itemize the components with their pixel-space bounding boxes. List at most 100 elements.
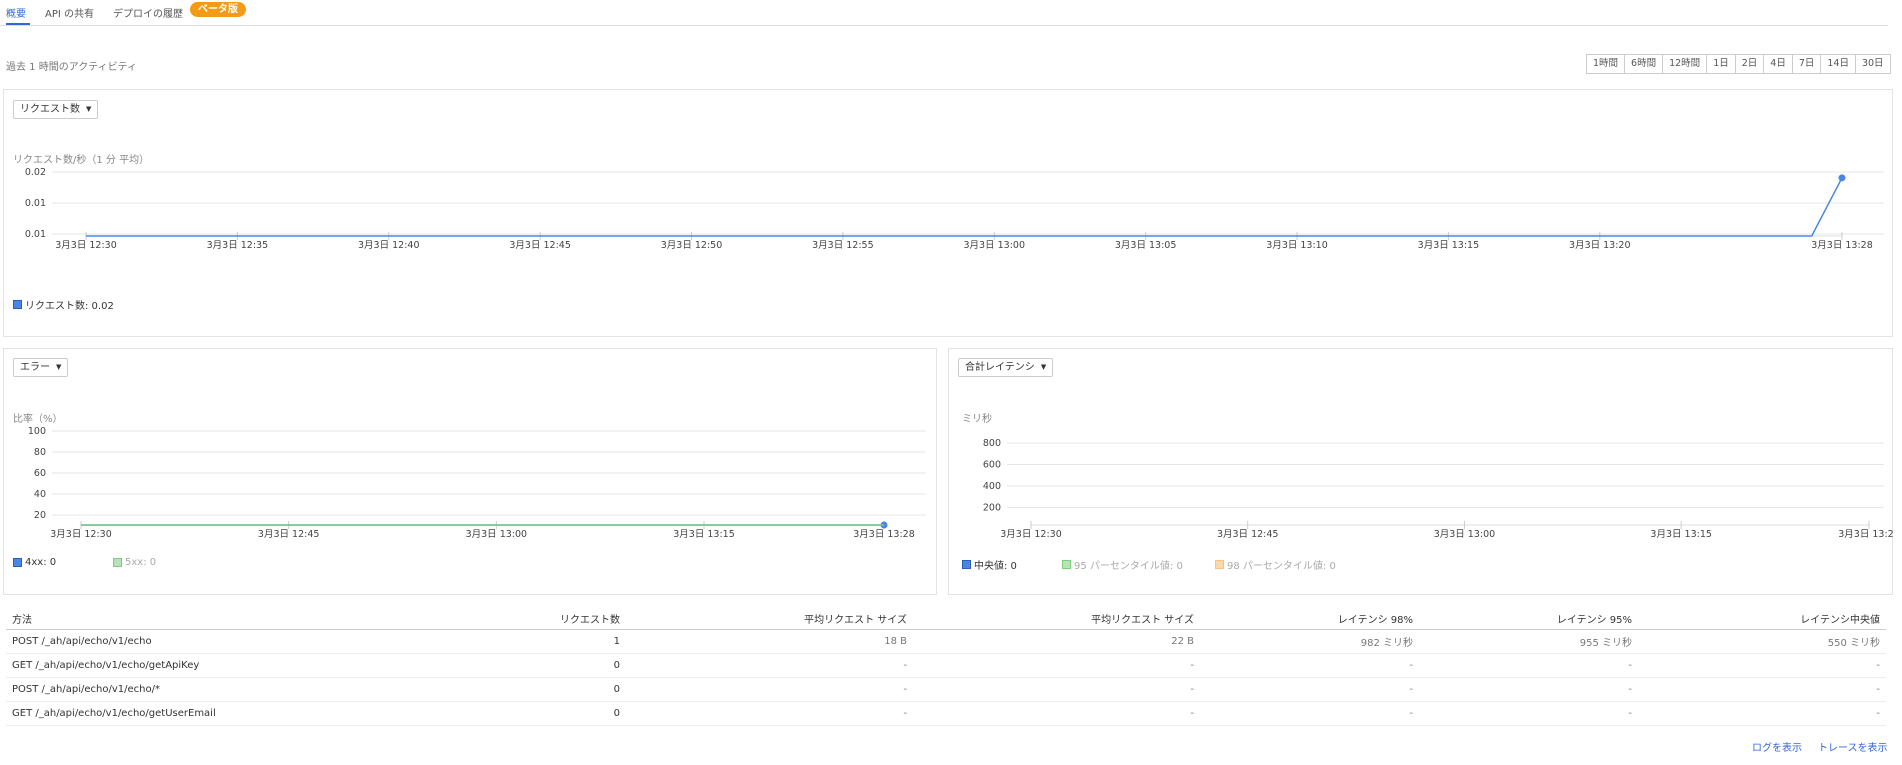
legend-label: 5xx: 0 [125, 557, 157, 568]
column-header[interactable]: リクエスト数 [426, 608, 626, 630]
x-tick-label: 3月3日 13:15 [1650, 529, 1712, 540]
legend-swatch-icon [1215, 560, 1224, 569]
column-header[interactable]: 平均リクエスト サイズ [626, 608, 913, 630]
x-tick-label: 3月3日 12:30 [1000, 529, 1062, 540]
beta-badge: ベータ版 [190, 2, 246, 17]
time-range-button[interactable]: 7日 [1791, 55, 1821, 73]
requests-legend[interactable]: リクエスト数: 0.02 [13, 297, 114, 312]
chevron-down-icon: ▼ [86, 105, 92, 113]
table-cell: - [913, 701, 1200, 726]
x-tick-label: 3月3日 13:15 [673, 529, 735, 540]
x-tick-label: 3月3日 12:45 [509, 240, 571, 251]
table-row[interactable]: POST /_ah/api/echo/v1/echo 1 18 B 22 B 9… [6, 629, 1886, 654]
dropdown-label: リクエスト数 [20, 104, 80, 115]
table-cell: POST /_ah/api/echo/v1/echo [6, 629, 426, 654]
y-tick-label: 60 [34, 468, 46, 479]
requests-card: リクエスト数 ▼ リクエスト数/秒（1 分 平均） 0.02 0.01 0.01 3月3… [3, 89, 1893, 337]
latency-legend-median[interactable]: 中央値: 0 [962, 557, 1017, 572]
table-row[interactable]: POST /_ah/api/echo/v1/echo/* 0 - - - - - [6, 677, 1886, 702]
y-tick-label: 400 [983, 481, 1001, 492]
y-tick-label: 20 [34, 510, 46, 521]
x-tick-label: 3月3日 13:05 [1115, 240, 1177, 251]
methods-table: 方法 リクエスト数 平均リクエスト サイズ 平均リクエスト サイズ レイテンシ … [6, 608, 1886, 726]
table-cell: POST /_ah/api/echo/v1/echo/* [6, 677, 426, 702]
tab-api-sharing[interactable]: API の共有 [45, 5, 94, 20]
time-range-button[interactable]: 6時間 [1624, 55, 1662, 73]
table-row[interactable]: GET /_ah/api/echo/v1/echo/getUserEmail 0… [6, 701, 1886, 726]
table-cell: 955 ミリ秒 [1419, 629, 1638, 654]
x-tick-label: 3月3日 13:00 [466, 529, 528, 540]
table-cell: 1 [426, 629, 626, 654]
time-range-button[interactable]: 30日 [1854, 55, 1890, 73]
table-cell: GET /_ah/api/echo/v1/echo/getApiKey [6, 653, 426, 678]
requests-metric-dropdown[interactable]: リクエスト数 ▼ [13, 100, 99, 119]
view-traces-link[interactable]: トレースを表示 [1818, 739, 1888, 754]
chevron-down-icon: ▼ [56, 363, 62, 371]
x-tick-label: 3月3日 13:28 [1838, 529, 1894, 540]
view-logs-link[interactable]: ログを表示 [1752, 739, 1802, 754]
tab-deploy-history[interactable]: デプロイの履歴 [113, 5, 183, 20]
table-cell: 550 ミリ秒 [1638, 629, 1886, 654]
table-cell: - [1638, 677, 1886, 702]
latency-legend-p95[interactable]: 95 パーセンタイル値: 0 [1062, 557, 1183, 572]
latency-metric-dropdown[interactable]: 合計レイテンシ ▼ [958, 358, 1054, 377]
table-cell: - [1200, 653, 1419, 678]
x-tick-label: 3月3日 13:20 [1569, 240, 1631, 251]
dropdown-label: エラー [20, 362, 50, 373]
errors-legend-5xx[interactable]: 5xx: 0 [113, 557, 156, 568]
y-tick-label: 800 [983, 438, 1001, 449]
dropdown-label: 合計レイテンシ [965, 362, 1035, 373]
table-row[interactable]: GET /_ah/api/echo/v1/echo/getApiKey 0 - … [6, 653, 1886, 678]
column-header[interactable]: 平均リクエスト サイズ [913, 608, 1200, 630]
table-cell: 0 [426, 653, 626, 678]
errors-chart: 100 80 60 40 20 3月3日 12:30 3月3日 12:45 3月3日 13:0… [28, 426, 926, 540]
time-range-button[interactable]: 1時間 [1587, 55, 1624, 73]
x-tick-label: 3月3日 13:28 [853, 529, 915, 540]
errors-legend-4xx[interactable]: 4xx: 0 [13, 557, 56, 568]
table-cell: - [913, 677, 1200, 702]
legend-swatch-icon [113, 558, 122, 567]
time-range-button[interactable]: 1日 [1706, 55, 1735, 73]
x-tick-label: 3月3日 12:50 [661, 240, 723, 251]
y-tick-label: 100 [28, 426, 46, 437]
x-tick-label: 3月3日 13:10 [1266, 240, 1328, 251]
table-cell: GET /_ah/api/echo/v1/echo/getUserEmail [6, 701, 426, 726]
table-cell: - [1200, 701, 1419, 726]
y-tick-label: 600 [983, 460, 1001, 471]
latency-legend-p98[interactable]: 98 パーセンタイル値: 0 [1215, 557, 1336, 572]
series-line [86, 177, 1843, 237]
series-point [1838, 174, 1846, 182]
y-tick-label: 200 [983, 503, 1001, 514]
table-cell: 18 B [626, 629, 913, 654]
x-tick-label: 3月3日 12:45 [1217, 529, 1279, 540]
time-range-button[interactable]: 12時間 [1662, 55, 1706, 73]
errors-metric-dropdown[interactable]: エラー ▼ [13, 358, 69, 377]
chevron-down-icon: ▼ [1040, 363, 1047, 371]
table-cell: - [1419, 677, 1638, 702]
time-range-button[interactable]: 14日 [1820, 55, 1855, 73]
errors-card: エラー ▼ 比率（%） 100 80 60 40 20 3月3日 12:30 3月3日 12:… [3, 348, 937, 595]
time-range-button[interactable]: 2日 [1734, 55, 1764, 73]
column-header[interactable]: レイテンシ 98% [1200, 608, 1419, 630]
table-cell: - [626, 653, 913, 678]
table-cell: - [626, 701, 913, 726]
table-cell: 0 [426, 701, 626, 726]
legend-swatch-icon [1062, 560, 1071, 569]
legend-label: 中央値: 0 [974, 561, 1017, 572]
column-header[interactable]: 方法 [6, 608, 426, 630]
table-cell: - [626, 677, 913, 702]
legend-label: 98 パーセンタイル値: 0 [1227, 561, 1336, 572]
latency-card: 合計レイテンシ ▼ ミリ秒 800 600 400 200 3月3日 12:30 3月3日 … [948, 348, 1894, 595]
x-tick-label: 3月3日 13:28 [1811, 240, 1873, 251]
requests-chart: 0.02 0.01 0.01 3月3日 12:30 3月3日 12:35 3月3日 12:… [25, 167, 1884, 251]
table-cell: 982 ミリ秒 [1200, 629, 1419, 654]
table-cell: - [1419, 701, 1638, 726]
y-tick-label: 80 [34, 447, 46, 458]
time-range-button[interactable]: 4日 [1763, 55, 1792, 73]
time-range-selector: 1時間 6時間 12時間 1日 2日 4日 7日 14日 30日 [1586, 54, 1891, 74]
tab-overview[interactable]: 概要 [6, 5, 26, 20]
table-cell: - [1200, 677, 1419, 702]
column-header[interactable]: レイテンシ中央値 [1638, 608, 1886, 630]
x-tick-label: 3月3日 13:15 [1418, 240, 1480, 251]
column-header[interactable]: レイテンシ 95% [1419, 608, 1638, 630]
